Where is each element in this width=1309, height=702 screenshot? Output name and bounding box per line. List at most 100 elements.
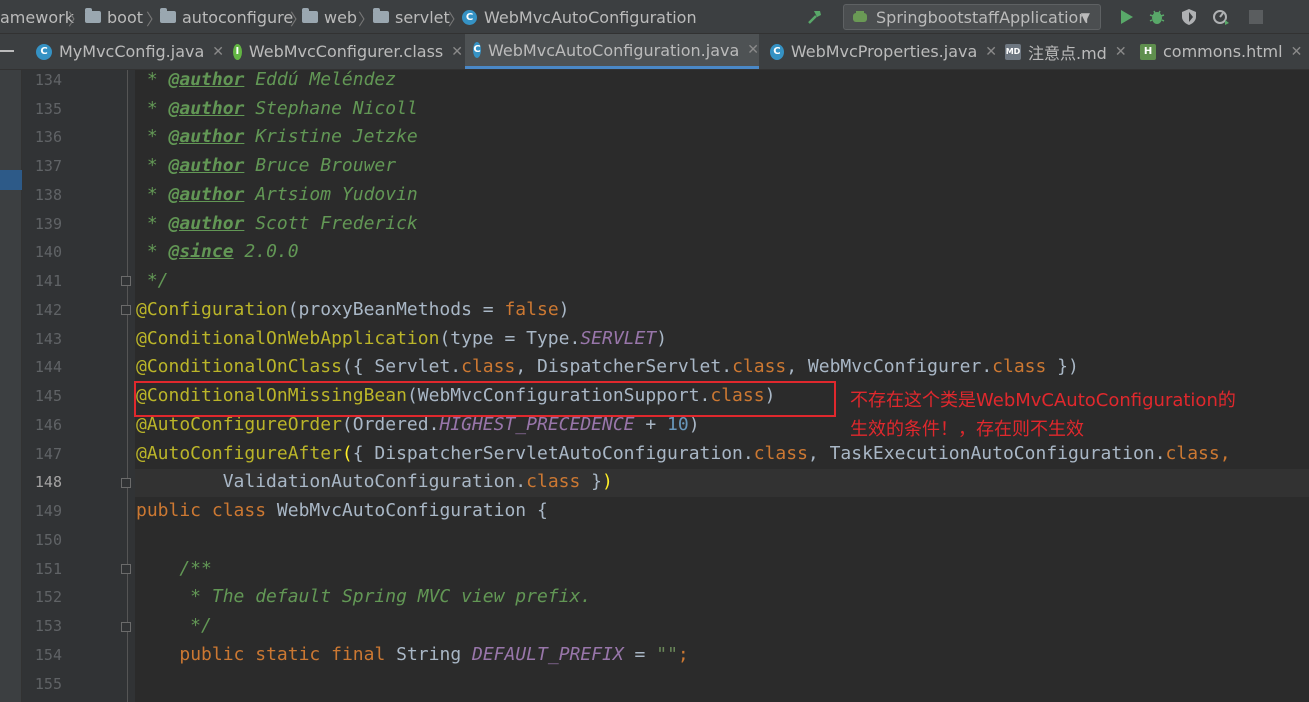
keyword-token: public (179, 644, 245, 665)
profiler-icon[interactable] (1212, 8, 1230, 26)
javadoc-tag: @author (168, 184, 245, 205)
tab-webmvcautoconfiguration[interactable]: C WebMvcAutoConfiguration.java ✕ (465, 34, 759, 69)
line-number: 155 (34, 675, 62, 693)
code-token: ValidationAutoConfiguration. (136, 471, 527, 492)
breadcrumb-label: web (324, 7, 358, 27)
chevron-down-icon: ▼ (1080, 10, 1090, 24)
close-icon[interactable]: ✕ (747, 42, 759, 58)
build-hammer-icon[interactable] (806, 8, 824, 26)
code-line[interactable]: * @author Bruce Brouwer (136, 152, 396, 180)
tab-scroll-area (0, 34, 25, 69)
close-icon[interactable]: ✕ (1291, 44, 1303, 60)
stop-icon[interactable] (1247, 8, 1265, 26)
annotation-token: @ConditionalOnWebApplication (136, 328, 440, 349)
keyword-token: class (211, 500, 267, 521)
keyword-token: final (331, 644, 386, 665)
line-number: 136 (34, 128, 62, 146)
code-line[interactable]: * @author Kristine Jetzke (136, 123, 418, 151)
code-token: , WebMvcConfigurer. (786, 356, 993, 377)
code-token: ; (677, 644, 689, 665)
tab-webmvcproperties[interactable]: C WebMvcProperties.java ✕ (762, 34, 997, 69)
code-line[interactable]: public static final String DEFAULT_PREFI… (136, 641, 689, 669)
matched-brace-token: ) (602, 471, 613, 492)
run-configuration-select[interactable]: SpringbootstaffApplication ▼ (843, 4, 1101, 30)
line-number: 144 (34, 358, 62, 376)
author-name: Artsiom Yudovin (255, 184, 418, 205)
markdown-icon: MD (1005, 43, 1021, 60)
javadoc-tag: @author (168, 126, 245, 147)
fold-marker-icon[interactable] (121, 276, 131, 286)
annotation-note-line-1: 不存在这个类是WebMvCAutoConfiguration的 (850, 390, 1236, 411)
tab-notes-md[interactable]: MD 注意点.md ✕ (997, 34, 1130, 69)
code-token: (proxyBeanMethods = (287, 299, 505, 320)
breadcrumb-separator: 〉 (68, 10, 85, 29)
run-with-coverage-icon[interactable] (1180, 8, 1198, 26)
code-token: }) (1046, 356, 1079, 377)
line-number: 140 (34, 243, 62, 261)
code-line[interactable]: */ (136, 267, 169, 295)
code-token: = (623, 644, 657, 665)
code-token: , DispatcherServlet. (515, 356, 733, 377)
fold-marker-icon[interactable] (121, 564, 131, 574)
code-token: ) (688, 414, 700, 435)
number-token: 10 (667, 414, 689, 435)
code-token: ({ Servlet. (341, 356, 462, 377)
code-token: ) (558, 299, 570, 320)
line-number: 149 (34, 502, 62, 520)
keyword-token: static (255, 644, 321, 665)
code-line[interactable]: public class WebMvcAutoConfiguration { (136, 497, 548, 525)
breadcrumb-label: WebMvcAutoConfiguration (484, 7, 697, 27)
close-icon[interactable]: ✕ (212, 44, 224, 60)
code-line[interactable]: @ConditionalOnClass({ Servlet.class, Dis… (136, 353, 1079, 381)
folder-icon (373, 8, 389, 23)
close-icon[interactable]: ✕ (985, 44, 997, 60)
breadcrumb-item[interactable]: autoconfigure (160, 6, 293, 28)
code-line[interactable]: * @author Stephane Nicoll (136, 95, 418, 123)
code-line[interactable]: * The default Spring MVC view prefix. (136, 583, 591, 611)
code-line[interactable]: * @since 2.0.0 (136, 238, 299, 266)
tab-commons-html[interactable]: H commons.html ✕ (1132, 34, 1309, 69)
breadcrumb-current[interactable]: C WebMvcAutoConfiguration (462, 6, 697, 28)
tab-webmvcconfigurer[interactable]: I WebMvcConfigurer.class ✕ (225, 34, 463, 69)
fold-marker-icon[interactable] (121, 622, 131, 632)
code-token: + (634, 414, 668, 435)
breadcrumb-item[interactable]: boot (85, 6, 143, 28)
code-line[interactable]: @ConditionalOnWebApplication(type = Type… (136, 325, 667, 353)
code-line[interactable]: * @author Scott Frederick (136, 210, 418, 238)
close-icon[interactable]: ✕ (1115, 44, 1127, 60)
line-number: 143 (34, 330, 62, 348)
code-line[interactable]: @AutoConfigureAfter({ DispatcherServletA… (136, 440, 1231, 468)
tab-mymvcconfig[interactable]: C MyMvcConfig.java ✕ (28, 34, 225, 69)
close-icon[interactable]: ✕ (451, 44, 463, 60)
code-token: , TaskExecutionAutoConfiguration. (807, 443, 1166, 464)
debug-icon[interactable] (1148, 8, 1166, 26)
author-name: Scott Frederick (255, 213, 418, 234)
constant-token: SERVLET (580, 328, 657, 349)
fold-marker-icon[interactable] (121, 305, 131, 315)
breadcrumb-item[interactable]: servlet (373, 6, 450, 28)
code-line[interactable]: /** (136, 555, 212, 583)
breadcrumb-item[interactable]: amework (0, 6, 74, 28)
tool-window-strip (0, 70, 22, 702)
breadcrumb-item[interactable]: web (302, 6, 357, 28)
line-number: 152 (34, 588, 62, 606)
constant-token: HIGHEST_PRECEDENCE (439, 414, 635, 435)
line-number: 153 (34, 617, 62, 635)
folder-icon (302, 8, 318, 23)
code-line[interactable]: * @author Eddú Meléndez (136, 66, 396, 94)
tab-label: WebMvcProperties.java (790, 42, 978, 61)
code-line[interactable]: * @author Artsiom Yudovin (136, 181, 418, 209)
fold-marker-icon[interactable] (121, 478, 131, 488)
structure-marker[interactable] (0, 170, 22, 190)
breadcrumb-separator: 〉 (358, 10, 375, 29)
code-line-current[interactable]: ValidationAutoConfiguration.class }) (136, 468, 613, 496)
constant-token: DEFAULT_PREFIX (472, 644, 624, 665)
run-configuration-label: SpringbootstaffApplication (876, 7, 1089, 27)
code-line[interactable]: @Configuration(proxyBeanMethods = false) (136, 296, 570, 324)
run-icon[interactable] (1117, 8, 1135, 26)
tab-label: WebMvcAutoConfiguration.java (488, 40, 740, 60)
tab-list-icon[interactable] (0, 50, 14, 52)
code-line[interactable]: */ (136, 612, 212, 640)
string-token: "" (656, 644, 678, 665)
code-token: , (1219, 443, 1231, 464)
